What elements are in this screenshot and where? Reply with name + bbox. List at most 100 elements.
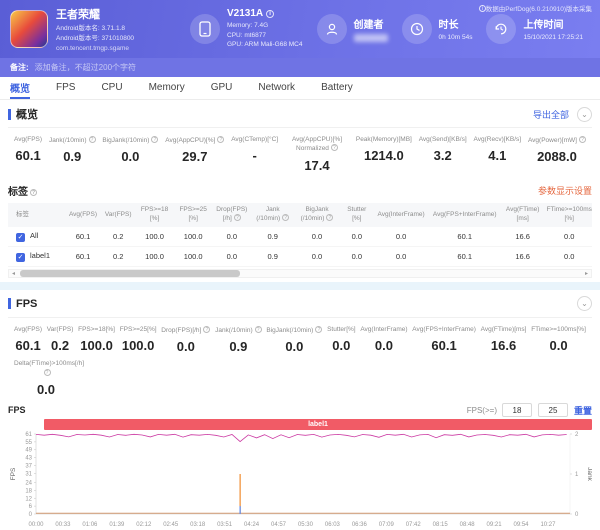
svg-text:31: 31: [25, 471, 32, 477]
table-cell: 0.0: [374, 246, 429, 266]
stat-cell: Var(FPS)0.2: [45, 326, 76, 354]
tab-network[interactable]: Network: [258, 77, 295, 99]
svg-text:04:24: 04:24: [244, 522, 260, 528]
tab-概览[interactable]: 概览: [10, 77, 30, 99]
stat-label: Avg(FPS): [14, 136, 42, 144]
tab-fps[interactable]: FPS: [56, 77, 75, 99]
creator-group: 创建者: [317, 14, 388, 44]
info-icon[interactable]: ?: [89, 136, 96, 143]
column-header: Avg(FPS): [65, 203, 101, 227]
section-accent-bar: [8, 109, 11, 120]
svg-text:61: 61: [25, 432, 32, 438]
info-icon[interactable]: ?: [282, 214, 289, 221]
device-group: V2131Ai Memory: 7.4G CPU: mt6877 GPU: AR…: [190, 8, 303, 49]
info-icon[interactable]: ?: [203, 326, 210, 333]
fps-stats-row-2: Delta(FTime)>100ms[/h]?0.0: [8, 360, 592, 403]
info-icon[interactable]: ?: [151, 136, 158, 143]
stat-cell: Avg(FPS)60.1: [12, 326, 44, 354]
info-icon[interactable]: ?: [579, 136, 586, 143]
stat-cell: FTime>=100ms[%]0.0: [529, 326, 588, 354]
svg-text:6: 6: [29, 504, 33, 510]
info-icon[interactable]: ?: [315, 326, 322, 333]
column-header: 标签: [8, 203, 65, 227]
table-cell: 16.6: [501, 227, 544, 247]
stat-value: -: [231, 148, 278, 163]
stat-cell: FPS>=25[%] 100.0: [118, 326, 159, 354]
column-header: Avg(FPS+InterFrame): [428, 203, 501, 227]
horizontal-scrollbar: ◂ ▸: [8, 269, 592, 278]
svg-text:01:39: 01:39: [109, 522, 125, 528]
info-icon[interactable]: ?: [255, 326, 262, 333]
device-gpu: GPU: ARM Mali-G68 MC4: [227, 40, 303, 49]
column-header: BigJank (/10min)?: [294, 203, 339, 227]
svg-text:06:03: 06:03: [325, 522, 341, 528]
info-icon[interactable]: ?: [44, 369, 51, 376]
scrollbar-track[interactable]: [18, 270, 582, 277]
svg-text:04:57: 04:57: [271, 522, 287, 528]
scrollbar-thumb[interactable]: [20, 270, 240, 277]
tab-cpu[interactable]: CPU: [101, 77, 122, 99]
stat-value: 100.0: [120, 338, 157, 353]
stat-value: 16.6: [481, 338, 527, 353]
row-checkbox[interactable]: ✓: [16, 253, 25, 262]
table-cell: 0.0: [340, 227, 374, 247]
stat-cell: Delta(FTime)>100ms[/h]?0.0: [12, 360, 80, 397]
row-checkbox[interactable]: ✓: [16, 233, 25, 242]
overview-title: 概览: [16, 106, 38, 122]
scroll-right-arrow[interactable]: ▸: [582, 270, 591, 277]
stat-cell: Drop(FPS)[/h]?0.0: [159, 326, 212, 354]
column-header: Stutter [%]: [340, 203, 374, 227]
device-info-icon[interactable]: i: [266, 10, 274, 18]
stat-label: Avg(FTime)[ms]: [481, 326, 527, 334]
tab-memory[interactable]: Memory: [149, 77, 185, 99]
creator-label: 创建者: [354, 16, 388, 31]
svg-text:03:51: 03:51: [217, 522, 233, 528]
stat-label: Var(FPS): [47, 326, 74, 334]
fps-collapse-button[interactable]: ⌄: [577, 296, 592, 311]
stat-value: 1214.0: [356, 148, 412, 163]
stat-cell: Avg(Send)[KB/s]3.2: [417, 136, 469, 173]
column-header: Avg(FTime) [ms]: [501, 203, 544, 227]
stat-cell: Jank(/10min)?0.9: [47, 136, 98, 173]
export-all-link[interactable]: 导出全部: [533, 108, 569, 121]
reset-button[interactable]: 重置: [574, 404, 592, 417]
stat-value: 0.0: [161, 339, 210, 354]
table-cell: 0.0: [294, 246, 339, 266]
device-cpu: CPU: mt6877: [227, 31, 303, 40]
svg-text:05:30: 05:30: [298, 522, 314, 528]
stat-cell: Stutter[%]0.0: [325, 326, 358, 354]
stat-label: Delta(FTime)>100ms[/h]?: [14, 360, 78, 378]
stat-cell: Avg(AppCPU)[%] Normalized?17.4: [283, 136, 351, 173]
svg-text:Jank: Jank: [586, 467, 592, 481]
fps-threshold-input-2[interactable]: [538, 403, 568, 417]
svg-text:43: 43: [25, 456, 32, 462]
tab-battery[interactable]: Battery: [321, 77, 353, 99]
stat-value: 60.1: [14, 338, 42, 353]
stat-label: FPS>=25[%]: [120, 326, 157, 334]
fps-chart[interactable]: 6155494337312418126021000:0000:3301:0601…: [8, 430, 592, 530]
info-icon[interactable]: ?: [326, 214, 333, 221]
stat-cell: Avg(InterFrame)0.0: [358, 326, 409, 354]
table-cell: 0.0: [213, 227, 252, 247]
scroll-left-arrow[interactable]: ◂: [9, 270, 18, 277]
notice-bar[interactable]: 备注: 添加备注，不超过200个字符: [0, 58, 600, 77]
info-icon[interactable]: ?: [234, 214, 241, 221]
fps-threshold-input-1[interactable]: [502, 403, 532, 417]
upload-label: 上传时间: [523, 16, 583, 31]
stat-cell: Avg(Power)[mW]?2088.0: [526, 136, 588, 173]
stat-value: 2088.0: [528, 149, 586, 164]
fps-section: FPS ⌄ Avg(FPS)60.1Var(FPS)0.2FPS>=18[%]1…: [0, 290, 600, 530]
stat-label: BigJank(/10min)?: [266, 326, 322, 335]
creator-icon: [317, 14, 347, 44]
param-display-settings-link[interactable]: 参数显示设置: [538, 184, 592, 197]
svg-text:12: 12: [25, 496, 32, 502]
tab-gpu[interactable]: GPU: [211, 77, 233, 99]
app-name: 王者荣耀: [56, 6, 176, 22]
overview-collapse-button[interactable]: ⌄: [577, 107, 592, 122]
info-icon[interactable]: ?: [331, 144, 338, 151]
table-cell: 0.0: [544, 227, 592, 247]
svg-text:FPS: FPS: [10, 467, 17, 480]
info-icon[interactable]: ?: [217, 136, 224, 143]
labels-info-icon[interactable]: ?: [30, 189, 37, 196]
table-cell: 0.0: [340, 246, 374, 266]
